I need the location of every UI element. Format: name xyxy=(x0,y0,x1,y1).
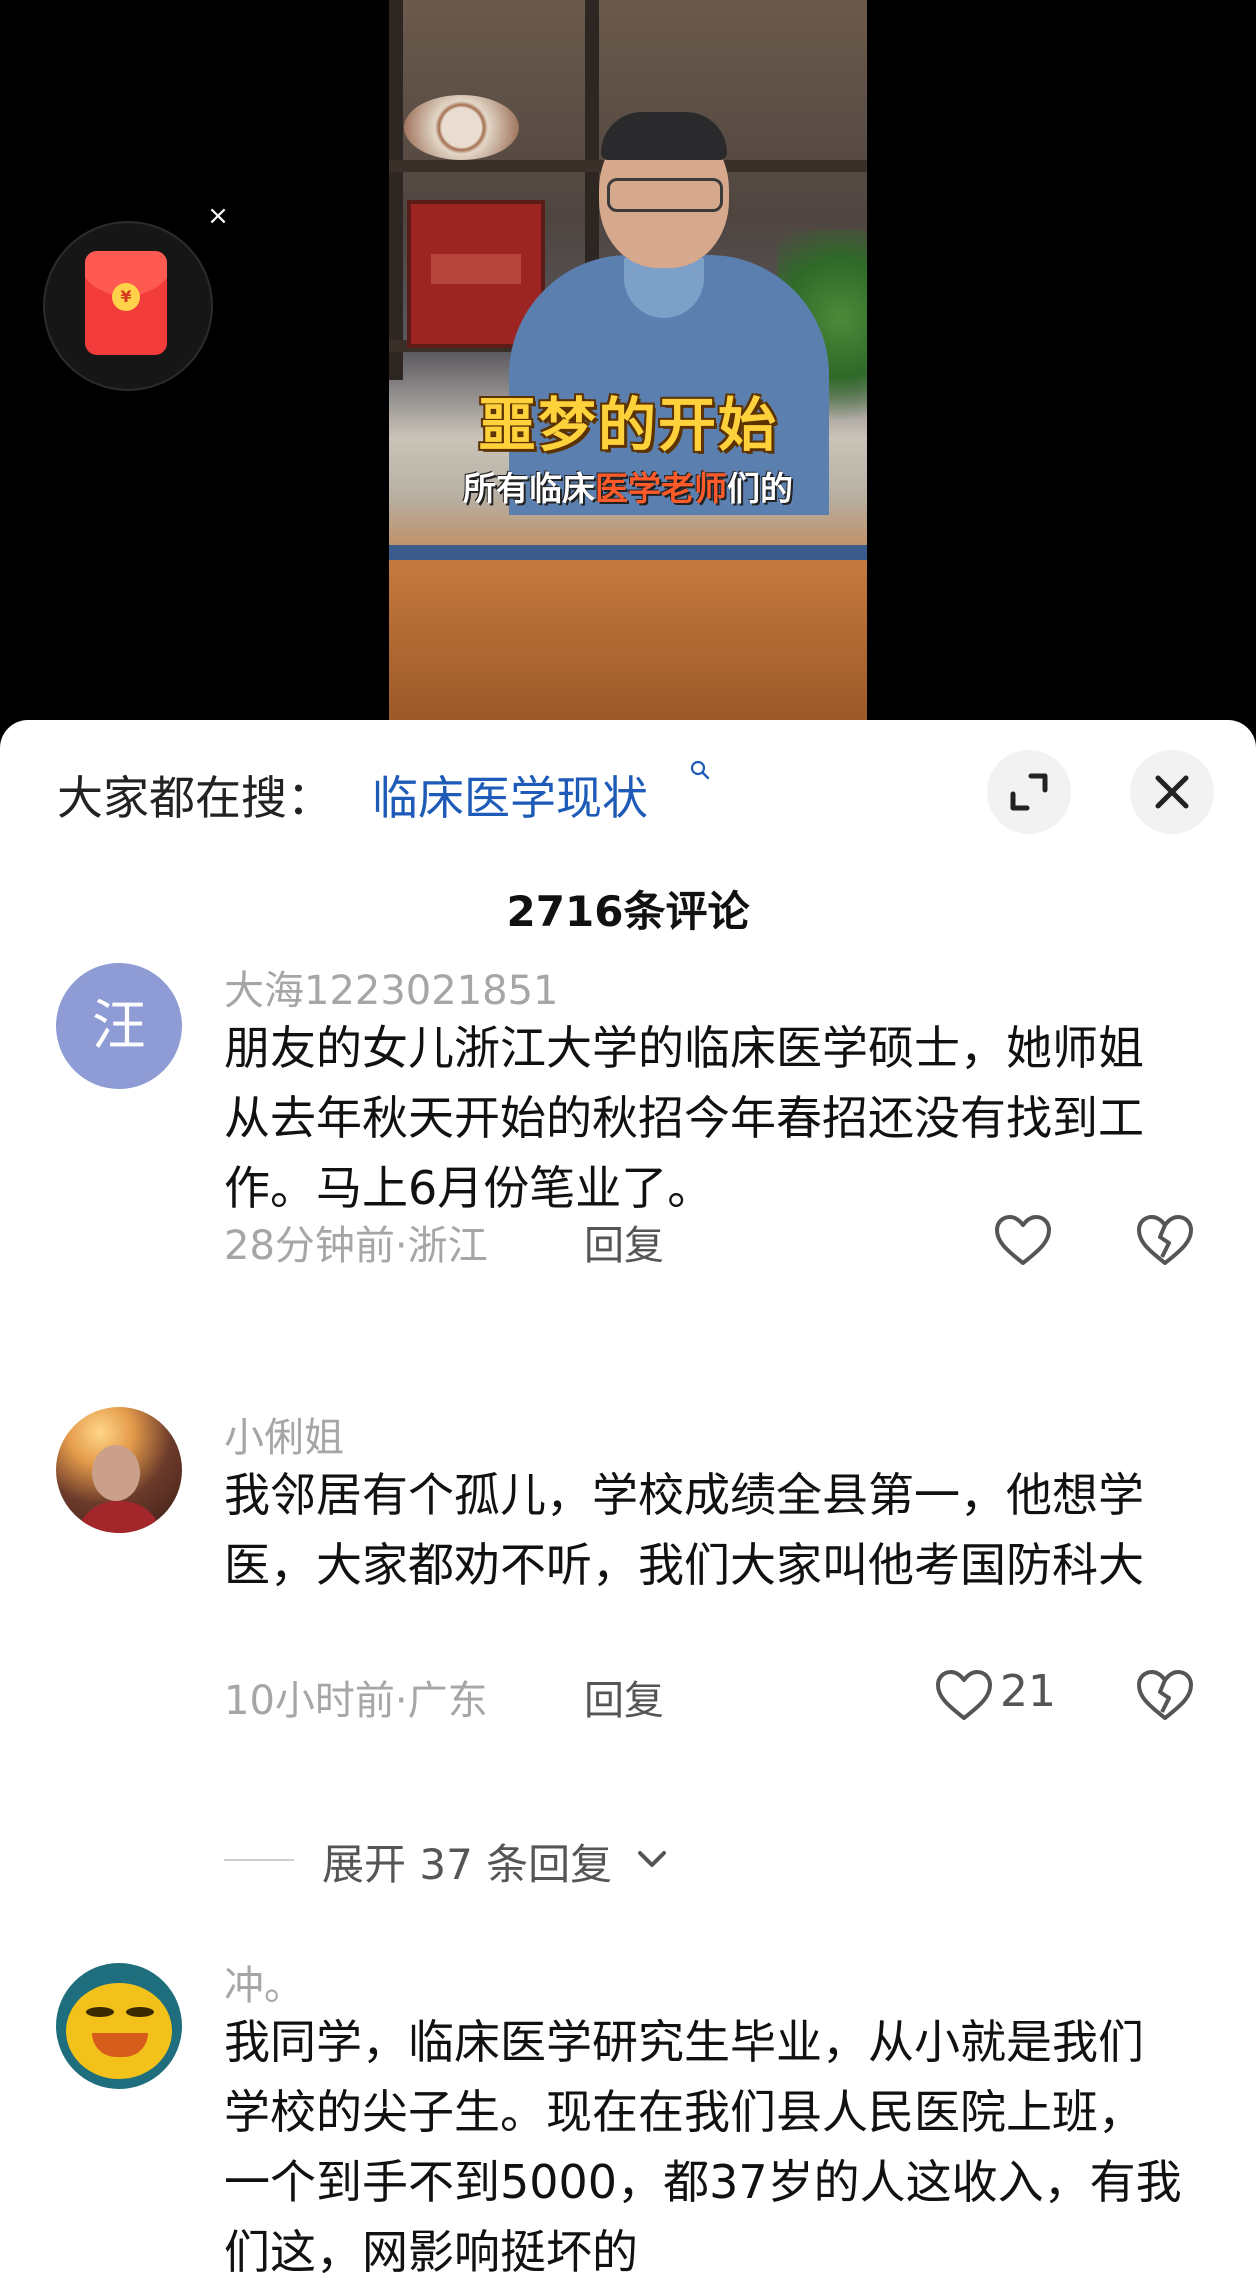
video-caption-main: 噩梦的开始 xyxy=(477,391,778,459)
comment-meta: 28分钟前·浙江 xyxy=(224,1223,488,1269)
reply-button[interactable]: 回复 xyxy=(584,1213,664,1271)
red-envelope-close-icon[interactable]: × xyxy=(206,203,230,229)
avatar[interactable] xyxy=(56,1963,182,2089)
caption-sub-pre: 所有临床 xyxy=(463,469,595,508)
comment-text: 我同学，临床医学研究生毕业，从小就是我们学校的尖子生。现在在我们县人民医院上班，… xyxy=(224,2015,1182,2273)
video-caption-sub: 所有临床医学老师们的 xyxy=(389,462,867,510)
comment-text: 我邻居有个孤儿，学校成绩全县第一，他想学医，大家都劝不听，我们大家叫他考国防科大 xyxy=(224,1468,1144,1592)
shelf-post xyxy=(389,0,403,380)
comment-count: 2716条评论 xyxy=(506,887,750,936)
video-player[interactable]: 噩梦的开始 所有临床医学老师们的 xyxy=(389,0,867,730)
comment-meta: 10小时前·广东 xyxy=(224,1678,488,1724)
avatar-initial: 汪 xyxy=(92,994,146,1057)
presenter-hair xyxy=(601,112,727,160)
caption-sub-post: 们的 xyxy=(727,469,793,508)
avatar[interactable]: 汪 xyxy=(56,963,182,1089)
search-suggestion-link[interactable]: 临床医学现状 xyxy=(372,762,648,828)
video-area[interactable]: 噩梦的开始 所有临床医学老师们的 ¥ × xyxy=(0,0,1256,730)
comment-username[interactable]: 小俐姐 xyxy=(224,1405,344,1463)
expand-replies-label: 展开 37 条回复 xyxy=(322,1840,613,1889)
close-icon xyxy=(1155,775,1189,809)
comment-text: 朋友的女儿浙江大学的临床医学硕士，她师姐从去年秋天开始的秋招今年春招还没有找到工… xyxy=(224,1021,1144,1215)
comment-panel: 大家都在搜： 临床医学现状 2716条评论 汪 大海1223021851 朋友的… xyxy=(0,720,1256,2273)
fullscreen-button[interactable] xyxy=(987,750,1071,834)
red-envelope-button[interactable]: ¥ xyxy=(43,221,213,391)
like-heart-icon[interactable] xyxy=(993,1213,1053,1269)
comment-username[interactable]: 冲。 xyxy=(224,1953,304,2011)
reply-button[interactable]: 回复 xyxy=(584,1668,664,1726)
decor-plate xyxy=(404,95,519,160)
like-count: 21 xyxy=(1000,1666,1056,1717)
avatar[interactable] xyxy=(56,1407,182,1533)
avatar-scarf xyxy=(76,1501,162,1533)
avatar-cartoon-face xyxy=(66,1983,172,2079)
dislike-broken-heart-icon[interactable] xyxy=(1136,1668,1194,1724)
coin-icon: ¥ xyxy=(112,283,140,311)
caption-sub-highlight: 医学老师 xyxy=(595,469,727,508)
search-icon[interactable] xyxy=(690,760,710,780)
desk xyxy=(389,560,867,730)
close-button[interactable] xyxy=(1130,750,1214,834)
comment-username[interactable]: 大海1223021851 xyxy=(224,958,559,1016)
avatar-cartoon-eye xyxy=(126,2007,154,2017)
search-suggestion-prefix: 大家都在搜： xyxy=(57,771,333,825)
presenter-glasses xyxy=(607,178,723,212)
red-envelope-icon: ¥ xyxy=(85,251,167,355)
avatar-cartoon-eye xyxy=(86,2007,114,2017)
expand-icon xyxy=(1010,773,1048,811)
avatar-face xyxy=(92,1445,140,1501)
chevron-down-icon xyxy=(638,1851,666,1867)
expand-divider xyxy=(224,1859,294,1861)
dislike-broken-heart-icon[interactable] xyxy=(1136,1213,1194,1269)
like-heart-icon[interactable] xyxy=(934,1668,994,1724)
